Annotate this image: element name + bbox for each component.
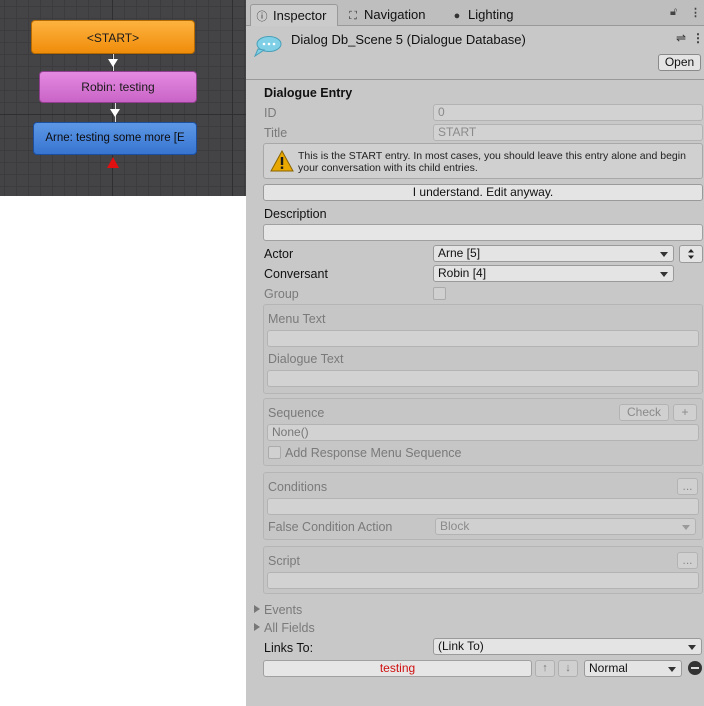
id-field: 0	[433, 104, 703, 121]
remove-link-icon[interactable]	[688, 661, 702, 675]
group-checkbox[interactable]	[433, 287, 446, 300]
move-link-up-button[interactable]: ↑	[535, 660, 555, 677]
add-response-checkbox[interactable]	[268, 446, 281, 459]
graph-node-robin[interactable]: Robin: testing	[39, 71, 197, 103]
foldout-arrow-icon[interactable]	[254, 605, 260, 613]
sequence-group: Sequence Check + None() Add Response Men…	[263, 398, 703, 466]
tab-navigation[interactable]: ⛶ Navigation	[346, 4, 425, 26]
start-entry-marker	[107, 157, 119, 168]
script-wizard-button[interactable]: ...	[677, 552, 698, 569]
menu-text-field[interactable]	[267, 330, 699, 347]
chevron-down-icon	[660, 252, 668, 257]
inspector-header: Dialog Db_Scene 5 (Dialogue Database) ⇌ …	[246, 27, 704, 80]
warning-text: This is the START entry. In most cases, …	[298, 150, 686, 174]
conversant-dropdown[interactable]: Robin [4]	[433, 265, 674, 282]
actor-label: Actor	[264, 247, 294, 261]
dialogue-database-icon	[254, 36, 282, 57]
graph-link-arrow	[110, 109, 120, 117]
title-label: Title	[264, 126, 288, 140]
graph-link-arrow	[108, 59, 118, 67]
tab-bar: ⓘ Inspector ⛶ Navigation ● Lighting 🔓︎ ⋮	[246, 0, 704, 26]
tab-lighting[interactable]: ● Lighting	[450, 4, 514, 26]
false-condition-label: False Condition Action	[268, 520, 393, 534]
graph-node-arne[interactable]: Arne: testing some more [E	[33, 122, 197, 155]
title-field: START	[433, 124, 703, 141]
edit-anyway-button[interactable]: I understand. Edit anyway.	[263, 184, 703, 201]
conversant-label: Conversant	[264, 267, 328, 281]
false-condition-value: Block	[440, 519, 470, 533]
chevron-down-icon	[668, 667, 676, 672]
foldout-arrow-icon[interactable]	[254, 623, 260, 631]
script-label: Script	[268, 554, 300, 568]
inspector-panel: ⓘ Inspector ⛶ Navigation ● Lighting 🔓︎ ⋮ Di…	[246, 0, 704, 706]
dialogue-text-label: Dialogue Text	[268, 352, 344, 366]
info-icon: ⓘ	[256, 11, 268, 23]
tab-inspector[interactable]: ⓘ Inspector	[250, 4, 338, 26]
actor-sort-button[interactable]	[679, 245, 703, 263]
tab-label: Lighting	[468, 7, 514, 22]
link-priority-dropdown[interactable]: Normal	[584, 660, 682, 677]
move-link-down-button[interactable]: ↓	[558, 660, 578, 677]
lightbulb-icon: ●	[453, 10, 461, 22]
script-group: Script ...	[263, 546, 703, 594]
warning-icon	[270, 150, 294, 172]
events-foldout[interactable]: Events	[264, 603, 302, 617]
conditions-wizard-button[interactable]: ...	[677, 478, 698, 495]
sequence-label: Sequence	[268, 406, 325, 420]
dialogue-graph-canvas[interactable]: <START> Robin: testing Arne: testing som…	[0, 0, 246, 196]
conversant-value: Robin [4]	[438, 266, 487, 280]
conditions-label: Conditions	[268, 480, 328, 494]
all-fields-foldout[interactable]: All Fields	[264, 621, 315, 635]
description-field[interactable]	[263, 224, 703, 241]
id-label: ID	[264, 106, 277, 120]
link-entry-field[interactable]: testing	[263, 660, 532, 677]
more-options-icon[interactable]: ⋮	[692, 31, 704, 45]
dialogue-text-field[interactable]	[267, 370, 699, 387]
links-to-dropdown[interactable]: (Link To)	[433, 638, 702, 655]
check-sequence-button[interactable]: Check	[619, 404, 669, 421]
group-label: Group	[264, 287, 299, 301]
navigation-icon: ⛶	[349, 10, 357, 22]
link-priority-value: Normal	[589, 661, 628, 675]
chevron-down-icon	[688, 645, 696, 650]
chevron-down-icon	[660, 272, 668, 277]
lock-icon[interactable]: 🔓︎	[670, 6, 677, 19]
section-title: Dialogue Entry	[264, 86, 353, 100]
graph-node-start[interactable]: <START>	[31, 20, 195, 54]
add-response-label: Add Response Menu Sequence	[285, 446, 462, 460]
links-to-label: Links To:	[264, 641, 314, 655]
inspector-title: Dialog Db_Scene 5 (Dialogue Database)	[291, 32, 526, 47]
text-group: Menu Text Dialogue Text	[263, 304, 703, 394]
script-field[interactable]	[267, 572, 699, 589]
sequence-field[interactable]: None()	[267, 424, 699, 441]
up-down-arrows-icon	[688, 249, 694, 259]
settings-sliders-icon[interactable]: ⇌	[676, 31, 686, 45]
chevron-down-icon	[682, 525, 690, 530]
tab-label: Navigation	[364, 7, 426, 22]
description-label: Description	[264, 207, 327, 221]
menu-text-label: Menu Text	[268, 312, 326, 326]
false-condition-dropdown[interactable]: Block	[435, 518, 696, 535]
conditions-group: Conditions ... False Condition Action Bl…	[263, 472, 703, 540]
conditions-field[interactable]	[267, 498, 699, 515]
more-options-icon[interactable]: ⋮	[690, 6, 701, 19]
warning-box: This is the START entry. In most cases, …	[263, 143, 703, 179]
actor-value: Arne [5]	[438, 246, 481, 260]
tab-label: Inspector	[273, 8, 327, 23]
add-sequence-button[interactable]: +	[673, 404, 697, 421]
actor-dropdown[interactable]: Arne [5]	[433, 245, 674, 262]
open-button[interactable]: Open	[658, 54, 701, 71]
links-to-value: (Link To)	[438, 639, 484, 653]
